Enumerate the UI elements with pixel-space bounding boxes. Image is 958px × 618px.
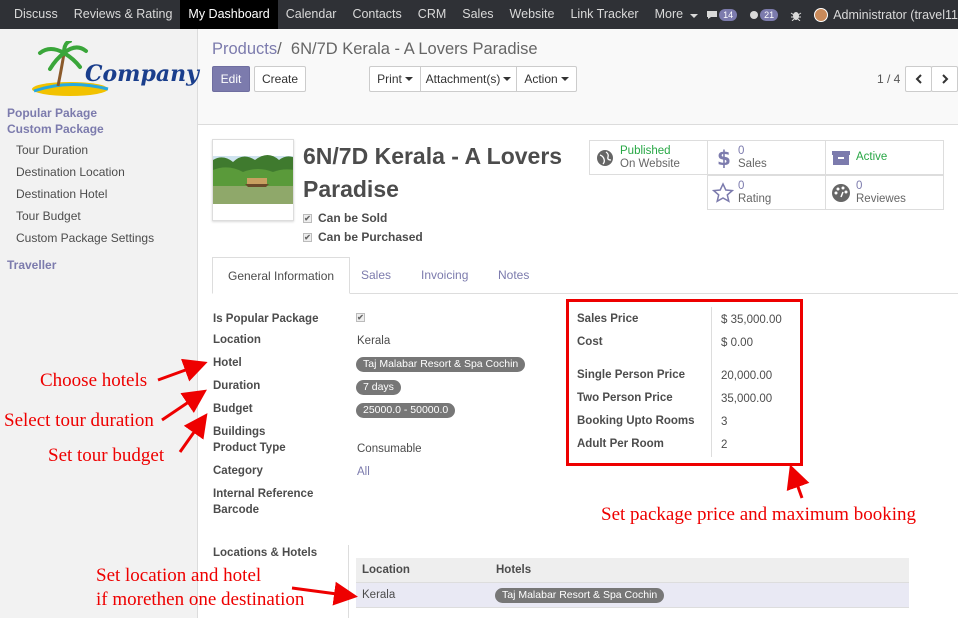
arrow-to-hotel	[157, 358, 208, 382]
arrow-to-location-row	[291, 581, 358, 606]
arrow-to-duration	[161, 389, 207, 422]
arrow-to-pricing	[786, 464, 810, 499]
annotation-arrows	[157, 358, 810, 606]
arrow-to-budget	[178, 413, 208, 453]
